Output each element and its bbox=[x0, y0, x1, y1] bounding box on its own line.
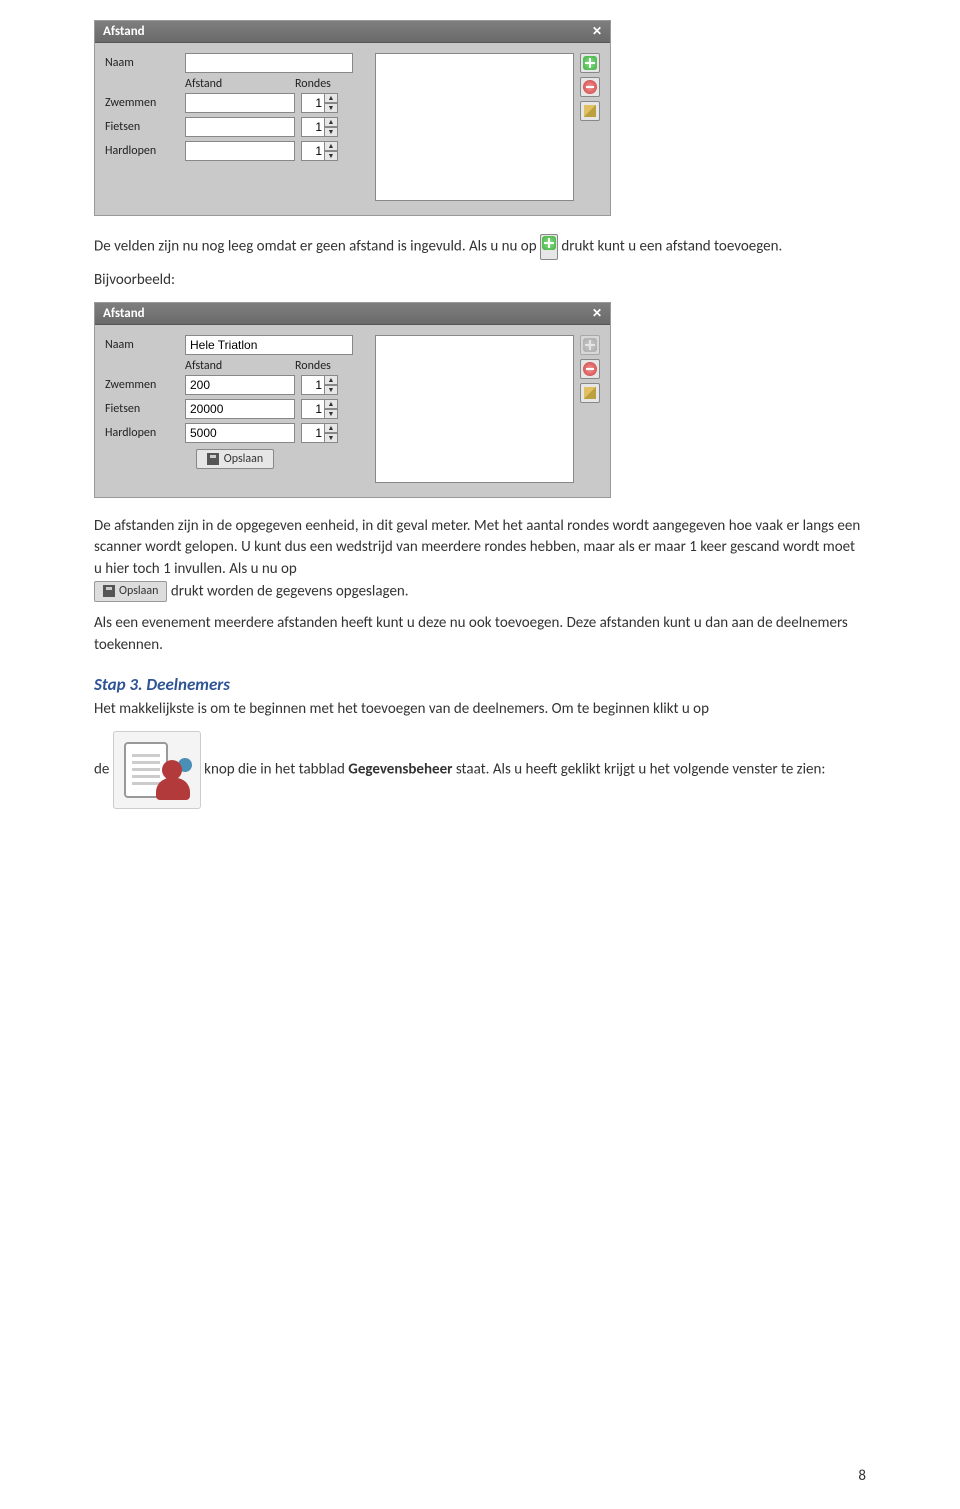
spin-up-icon[interactable]: ▲ bbox=[324, 423, 338, 433]
inline-save-label: Opslaan bbox=[119, 583, 158, 600]
person-icon bbox=[156, 778, 190, 800]
label-zwemmen: Zwemmen bbox=[105, 378, 185, 392]
fietsen-input[interactable] bbox=[185, 117, 295, 137]
dialog-titlebar[interactable]: Afstand ✕ bbox=[95, 21, 610, 43]
pencil-icon bbox=[584, 387, 596, 399]
label-fietsen: Fietsen bbox=[105, 402, 185, 416]
label-zwemmen: Zwemmen bbox=[105, 96, 185, 110]
pencil-icon bbox=[584, 105, 596, 117]
minus-icon bbox=[583, 362, 597, 376]
spin-down-icon[interactable]: ▼ bbox=[324, 151, 338, 161]
zwemmen-rondes-input[interactable] bbox=[301, 93, 325, 113]
zwemmen-rondes-input[interactable] bbox=[301, 375, 325, 395]
afstand-listbox[interactable] bbox=[375, 335, 574, 483]
spin-up-icon[interactable]: ▲ bbox=[324, 375, 338, 385]
zwemmen-input[interactable] bbox=[185, 93, 295, 113]
plus-icon bbox=[583, 56, 597, 70]
paragraph-bijvoorbeeld: Bijvoorbeeld: bbox=[94, 270, 866, 292]
paragraph-explain: De afstanden zijn in de opgegeven eenhei… bbox=[94, 516, 866, 603]
inline-save-button[interactable]: Opslaan bbox=[94, 581, 167, 602]
text-fragment: de bbox=[94, 761, 113, 779]
save-label: Opslaan bbox=[224, 452, 263, 466]
edit-button[interactable] bbox=[580, 383, 600, 403]
hardlopen-rondes-input[interactable] bbox=[301, 141, 325, 161]
remove-button[interactable] bbox=[580, 359, 600, 379]
label-naam: Naam bbox=[105, 338, 185, 352]
paragraph-step3b: de knop die in het tabblad Gegevensbehee… bbox=[94, 731, 866, 809]
label-rondes: Rondes bbox=[295, 359, 355, 373]
naam-input[interactable] bbox=[185, 335, 353, 355]
label-afstand: Afstand bbox=[185, 77, 295, 91]
save-button[interactable]: Opslaan bbox=[196, 449, 274, 469]
close-icon[interactable]: ✕ bbox=[592, 306, 602, 321]
text-fragment: staat. Als u heeft geklikt krijgt u het … bbox=[452, 761, 825, 779]
fietsen-rondes-input[interactable] bbox=[301, 399, 325, 419]
label-afstand: Afstand bbox=[185, 359, 295, 373]
inline-add-button[interactable] bbox=[540, 234, 558, 260]
dialog-title: Afstand bbox=[103, 24, 145, 39]
zwemmen-input[interactable] bbox=[185, 375, 295, 395]
spin-down-icon[interactable]: ▼ bbox=[324, 409, 338, 419]
plus-icon bbox=[542, 236, 556, 250]
spin-up-icon[interactable]: ▲ bbox=[324, 93, 338, 103]
floppy-icon bbox=[207, 453, 219, 465]
label-rondes: Rondes bbox=[295, 77, 355, 91]
add-button bbox=[580, 335, 600, 355]
label-hardlopen: Hardlopen bbox=[105, 426, 185, 440]
hardlopen-input[interactable] bbox=[185, 423, 295, 443]
bold-gegevensbeheer: Gegevensbeheer bbox=[348, 761, 452, 779]
edit-button[interactable] bbox=[580, 101, 600, 121]
hardlopen-input[interactable] bbox=[185, 141, 295, 161]
spin-down-icon[interactable]: ▼ bbox=[324, 127, 338, 137]
deelnemers-button[interactable] bbox=[113, 731, 201, 809]
spin-down-icon[interactable]: ▼ bbox=[324, 385, 338, 395]
paragraph-intro: De velden zijn nu nog leeg omdat er geen… bbox=[94, 234, 866, 260]
person-icon bbox=[162, 760, 182, 780]
text-fragment: De afstanden zijn in de opgegeven eenhei… bbox=[94, 517, 860, 579]
label-hardlopen: Hardlopen bbox=[105, 144, 185, 158]
label-fietsen: Fietsen bbox=[105, 120, 185, 134]
heading-step3: Stap 3. Deelnemers bbox=[94, 674, 866, 695]
close-icon[interactable]: ✕ bbox=[592, 24, 602, 39]
remove-button[interactable] bbox=[580, 77, 600, 97]
naam-input[interactable] bbox=[185, 53, 353, 73]
text-fragment: drukt kunt u een afstand toevoegen. bbox=[561, 237, 782, 255]
spin-up-icon[interactable]: ▲ bbox=[324, 141, 338, 151]
minus-icon bbox=[583, 80, 597, 94]
text-fragment: De velden zijn nu nog leeg omdat er geen… bbox=[94, 237, 540, 255]
spin-down-icon[interactable]: ▼ bbox=[324, 433, 338, 443]
spin-down-icon[interactable]: ▼ bbox=[324, 103, 338, 113]
text-fragment: knop die in het tabblad bbox=[204, 761, 348, 779]
page-number: 8 bbox=[858, 1467, 866, 1485]
hardlopen-rondes-input[interactable] bbox=[301, 423, 325, 443]
floppy-icon bbox=[103, 585, 115, 597]
plus-icon bbox=[583, 338, 597, 352]
afstand-dialog-filled: Afstand ✕ Naam Afstand Rondes Zwemmen bbox=[94, 302, 611, 498]
text-fragment: drukt worden de gegevens opgeslagen. bbox=[171, 582, 409, 600]
paragraph-multi: Als een evenement meerdere afstanden hee… bbox=[94, 613, 866, 657]
label-naam: Naam bbox=[105, 56, 185, 70]
paragraph-step3a: Het makkelijkste is om te beginnen met h… bbox=[94, 699, 866, 721]
dialog-titlebar[interactable]: Afstand ✕ bbox=[95, 303, 610, 325]
add-button[interactable] bbox=[580, 53, 600, 73]
spin-up-icon[interactable]: ▲ bbox=[324, 117, 338, 127]
fietsen-rondes-input[interactable] bbox=[301, 117, 325, 137]
afstand-listbox[interactable] bbox=[375, 53, 574, 201]
spin-up-icon[interactable]: ▲ bbox=[324, 399, 338, 409]
dialog-title: Afstand bbox=[103, 306, 145, 321]
afstand-dialog-empty: Afstand ✕ Naam Afstand Rondes Zwemmen bbox=[94, 20, 611, 216]
fietsen-input[interactable] bbox=[185, 399, 295, 419]
